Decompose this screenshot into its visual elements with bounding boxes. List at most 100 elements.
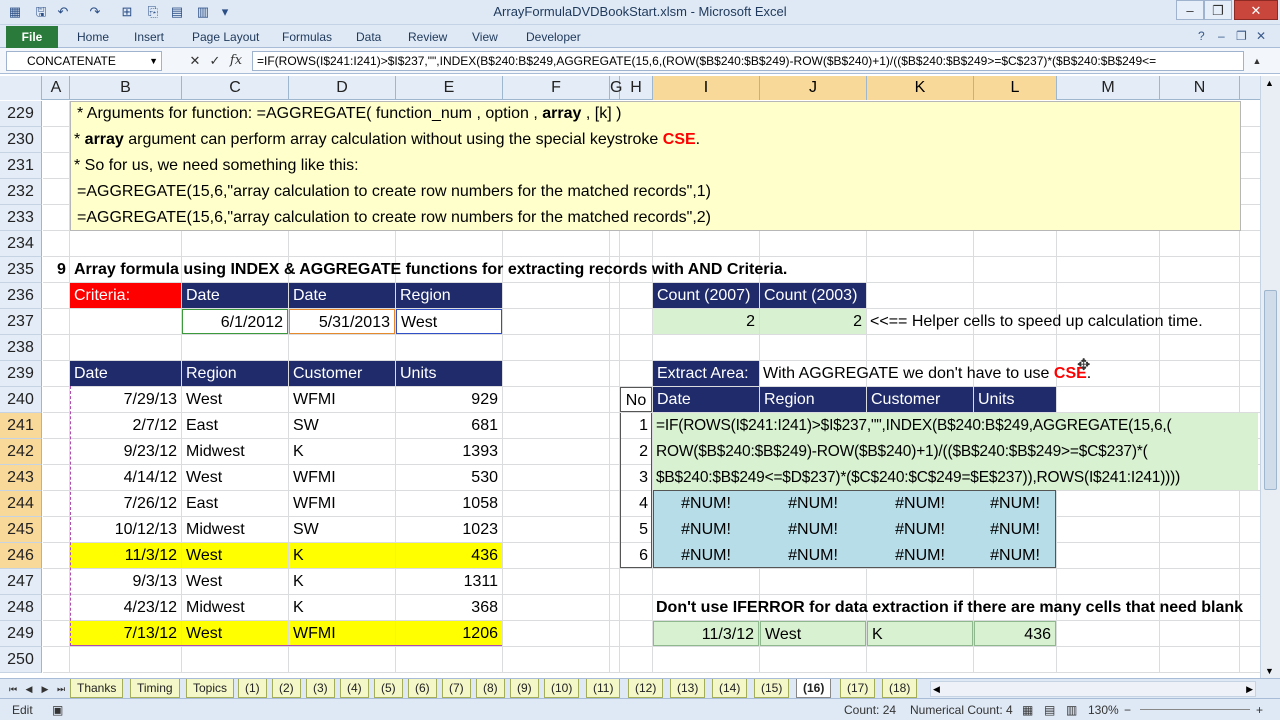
extract-region-cell[interactable]: #NUM! <box>760 491 866 516</box>
column-header-f[interactable]: F <box>503 76 610 100</box>
sheet-tab-10[interactable]: (10) <box>544 679 580 698</box>
tab-developer[interactable]: Developer <box>526 30 581 44</box>
column-header-m[interactable]: M <box>1057 76 1160 100</box>
data-region[interactable]: West <box>182 465 288 490</box>
row-header[interactable]: 244 <box>0 491 42 517</box>
extract-no[interactable]: 2 <box>620 439 652 464</box>
row-header[interactable]: 247 <box>0 569 42 595</box>
data-date[interactable]: 10/12/13 <box>70 517 181 542</box>
prev-sheet-icon[interactable]: ◀ <box>22 681 36 697</box>
minimize-icon[interactable]: – <box>1176 0 1204 20</box>
restore-icon[interactable]: ❐ <box>1204 0 1232 20</box>
data-customer[interactable]: K <box>289 543 395 568</box>
tab-home[interactable]: Home <box>77 30 109 44</box>
column-header-b[interactable]: B <box>70 76 182 100</box>
row-header[interactable]: 235 <box>0 257 42 283</box>
data-date[interactable]: 2/7/12 <box>70 413 181 438</box>
row-header[interactable]: 230 <box>0 127 42 153</box>
row-header[interactable]: 243 <box>0 465 42 491</box>
sheet-tab-timing[interactable]: Timing <box>130 679 180 698</box>
warning-row-customer[interactable]: K <box>867 621 973 646</box>
row-header[interactable]: 229 <box>0 101 42 127</box>
tab-formulas[interactable]: Formulas <box>282 30 332 44</box>
extract-no[interactable]: 1 <box>620 413 652 438</box>
data-units[interactable]: 530 <box>396 465 502 490</box>
scroll-thumb[interactable] <box>1264 290 1277 490</box>
sheet-tab-4[interactable]: (4) <box>340 679 369 698</box>
row-header[interactable]: 246 <box>0 543 42 569</box>
data-customer[interactable]: WFMI <box>289 387 395 412</box>
data-customer[interactable]: K <box>289 595 395 620</box>
extract-no[interactable]: 6 <box>620 543 652 568</box>
row-header[interactable]: 238 <box>0 335 42 361</box>
column-header-e[interactable]: E <box>396 76 503 100</box>
column-header-c[interactable]: C <box>182 76 289 100</box>
extract-no[interactable]: 5 <box>620 517 652 542</box>
data-units[interactable]: 1311 <box>396 569 502 594</box>
data-customer[interactable]: K <box>289 569 395 594</box>
formula-edit-line-3[interactable]: $B$240:$B$249<=$D$237)*($C$240:$C$249=$E… <box>656 465 1180 491</box>
data-units[interactable]: 929 <box>396 387 502 412</box>
scroll-down-icon[interactable]: ▼ <box>1265 666 1274 676</box>
insert-function-icon[interactable]: fx <box>227 52 245 70</box>
formula-edit-line-2[interactable]: ROW($B$240:$B$249)-ROW($B$240)+1)/(($B$2… <box>656 439 1148 465</box>
sheet-tab-thanks[interactable]: Thanks <box>70 679 124 698</box>
chevron-down-icon[interactable]: ▼ <box>149 52 158 70</box>
warning-row-date[interactable]: 11/3/12 <box>653 621 759 646</box>
sheet-tab-6[interactable]: (6) <box>408 679 437 698</box>
sheet-tab-5[interactable]: (5) <box>374 679 403 698</box>
expand-formula-bar-icon[interactable]: ▲ <box>1248 52 1266 70</box>
zoom-in-icon[interactable]: + <box>1256 703 1263 717</box>
data-units[interactable]: 1206 <box>396 621 502 646</box>
restore-workbook-icon[interactable]: ❐ <box>1236 29 1247 43</box>
helper-value-2007[interactable]: 2 <box>653 309 759 334</box>
data-region[interactable]: West <box>182 543 288 568</box>
data-customer[interactable]: SW <box>289 413 395 438</box>
page-layout-view-icon[interactable]: ▤ <box>1044 703 1055 717</box>
extract-units-cell[interactable]: #NUM! <box>974 491 1056 516</box>
row-header[interactable]: 232 <box>0 179 42 205</box>
horizontal-scrollbar[interactable]: ◀ ▶ <box>930 681 1256 697</box>
scroll-left-icon[interactable]: ◀ <box>933 682 940 696</box>
column-header-h[interactable]: H <box>620 76 653 100</box>
extract-date-cell[interactable]: #NUM! <box>653 517 759 542</box>
data-customer[interactable]: WFMI <box>289 621 395 646</box>
data-customer[interactable]: SW <box>289 517 395 542</box>
data-region[interactable]: Midwest <box>182 439 288 464</box>
row-header[interactable]: 248 <box>0 595 42 621</box>
data-customer[interactable]: K <box>289 439 395 464</box>
extract-customer-cell[interactable]: #NUM! <box>867 543 973 568</box>
tab-insert[interactable]: Insert <box>134 30 164 44</box>
data-date[interactable]: 4/14/12 <box>70 465 181 490</box>
cancel-icon[interactable]: ✕ <box>186 52 204 70</box>
sheet-tab-14[interactable]: (14) <box>712 679 748 698</box>
sheet-tab-18[interactable]: (18) <box>882 679 918 698</box>
criteria-region[interactable]: West <box>396 309 502 334</box>
tab-file[interactable]: File <box>6 26 58 48</box>
first-sheet-icon[interactable]: ⏮ <box>6 681 20 697</box>
row-header[interactable]: 231 <box>0 153 42 179</box>
data-region[interactable]: East <box>182 413 288 438</box>
row-header[interactable]: 240 <box>0 387 42 413</box>
data-region[interactable]: Midwest <box>182 595 288 620</box>
close-workbook-icon[interactable]: ✕ <box>1256 29 1266 43</box>
next-sheet-icon[interactable]: ▶ <box>38 681 52 697</box>
sheet-tab-8[interactable]: (8) <box>476 679 505 698</box>
scroll-right-icon[interactable]: ▶ <box>1246 682 1253 696</box>
tab-view[interactable]: View <box>472 30 498 44</box>
data-region[interactable]: Midwest <box>182 517 288 542</box>
sheet-tab-9[interactable]: (9) <box>510 679 539 698</box>
formula-edit-line-1[interactable]: =IF(ROWS(I$241:I241)>$I$237,"",INDEX(B$2… <box>656 413 1172 439</box>
extract-customer-cell[interactable]: #NUM! <box>867 517 973 542</box>
row-header[interactable]: 237 <box>0 309 42 335</box>
row-header[interactable]: 233 <box>0 205 42 231</box>
column-header-l[interactable]: L <box>974 76 1057 100</box>
sheet-tab-1[interactable]: (1) <box>238 679 267 698</box>
warning-row-units[interactable]: 436 <box>974 621 1056 646</box>
last-sheet-icon[interactable]: ⏭ <box>54 681 68 697</box>
data-date[interactable]: 4/23/12 <box>70 595 181 620</box>
data-region[interactable]: East <box>182 491 288 516</box>
help-icon[interactable]: ? <box>1198 29 1205 43</box>
extract-region-cell[interactable]: #NUM! <box>760 543 866 568</box>
tab-page-layout[interactable]: Page Layout <box>192 30 259 44</box>
